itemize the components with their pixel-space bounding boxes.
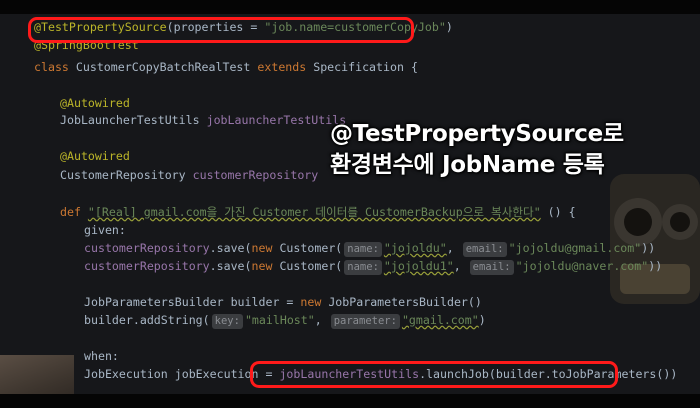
code-line-6: @Autowired <box>60 149 130 163</box>
param-hint: email: <box>469 260 514 275</box>
code-line-13: builder.addString(key: "mailHost", parame… <box>84 313 486 329</box>
code-editor[interactable]: @TestPropertySource(properties = "job.na… <box>0 14 700 394</box>
code-line-7: CustomerRepository customerRepository <box>60 168 319 182</box>
param-hint: name: <box>344 242 382 257</box>
code-line-9: given: <box>84 223 126 237</box>
code-line-14: when: <box>84 349 119 363</box>
param-hint: key: <box>211 314 243 329</box>
letterbox-top <box>0 0 700 14</box>
code-line-11: customerRepository.save(new Customer(nam… <box>84 259 663 275</box>
param-hint: name: <box>344 260 382 275</box>
code-line-8: def "[Real] gmail.com을 가진 Customer 데이터를 … <box>60 205 576 219</box>
param-hint: parameter: <box>330 314 400 329</box>
code-line-3: class CustomerCopyBatchRealTest extends … <box>34 60 418 74</box>
code-line-5: JobLauncherTestUtils jobLauncherTestUtil… <box>60 113 347 127</box>
highlight-box-annotation <box>28 17 414 43</box>
video-frame: @TestPropertySource(properties = "job.na… <box>0 0 700 408</box>
letterbox-bottom <box>0 394 700 408</box>
code-line-12: JobParametersBuilder builder = new JobPa… <box>84 295 482 309</box>
param-hint: email: <box>462 242 507 257</box>
caption-title: @TestPropertySource로 <box>330 121 624 147</box>
code-line-10: customerRepository.save(new Customer(nam… <box>84 241 656 257</box>
highlight-box-launchjob <box>250 361 618 388</box>
caption-subtitle: 환경변수에 JobName 등록 <box>330 152 605 178</box>
